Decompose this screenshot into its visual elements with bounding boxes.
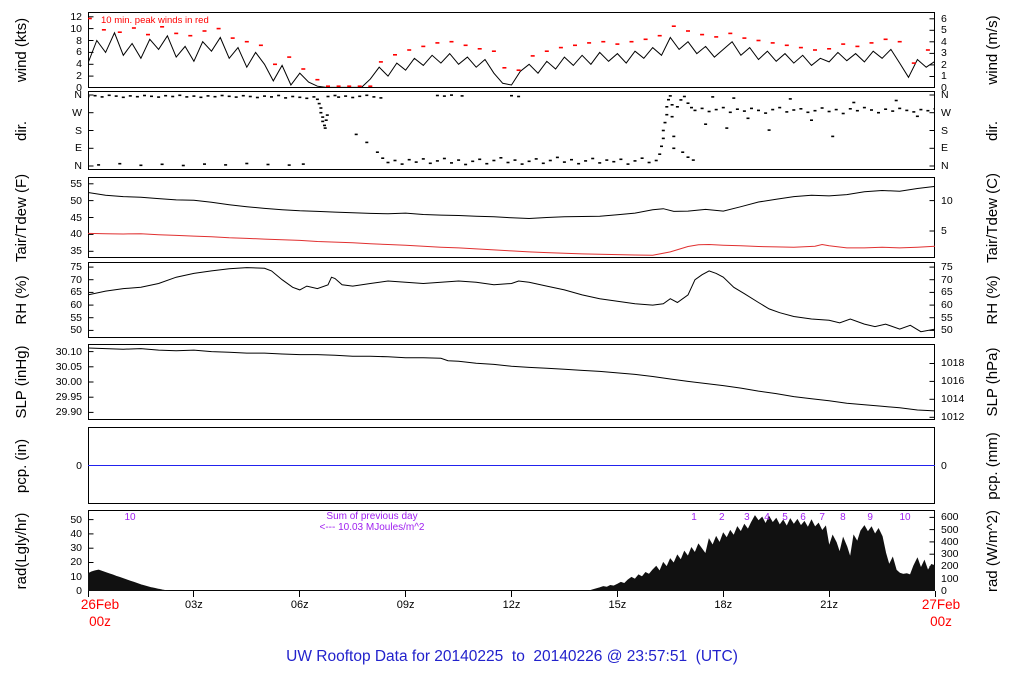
x-tick	[299, 591, 301, 597]
svg-text:2: 2	[719, 512, 725, 523]
svg-text:8: 8	[840, 512, 846, 523]
x-tick	[722, 591, 724, 597]
svg-text:1: 1	[691, 512, 697, 523]
svg-text:6: 6	[800, 512, 806, 523]
svg-text:3: 3	[744, 512, 750, 523]
x-end-time-label: 00z	[930, 614, 952, 629]
slp-plot-canvas	[88, 344, 935, 420]
svg-text:5: 5	[782, 512, 788, 523]
x-tick-label: 12z	[502, 599, 521, 611]
svg-text:10: 10	[124, 512, 136, 523]
x-end-date-label: 27Feb	[921, 597, 961, 612]
pcp-panel	[88, 427, 935, 504]
rad-left-axis-label: rad(Lgly/hr)	[13, 512, 30, 589]
wind-peak-note: 10 min. peak winds in red	[101, 15, 209, 26]
rh-plot-canvas	[88, 262, 935, 338]
x-tick	[616, 591, 618, 597]
rad-sum-note: Sum of previous day	[326, 511, 418, 522]
dir-plot-canvas	[88, 91, 935, 170]
svg-text:9: 9	[867, 512, 873, 523]
weather-figure: 10 1 2 3 4 5 6 7 8 9 10 10 min. peak winds in red …	[0, 0, 1024, 700]
x-tick	[405, 591, 407, 597]
rad-sum-value: <--- 10.03 MJoules/m^2	[319, 522, 425, 533]
slp-panel	[88, 344, 935, 420]
wind-panel	[88, 12, 935, 88]
svg-text:4: 4	[764, 512, 770, 523]
dir-panel	[88, 91, 935, 170]
rh-panel	[88, 262, 935, 338]
x-tick-label: 15z	[608, 599, 627, 611]
x-start-time-label: 00z	[89, 614, 111, 629]
x-tick-label: 09z	[396, 599, 415, 611]
rad-plot-canvas: 10 1 2 3 4 5 6 7 8 9 10	[88, 510, 935, 591]
svg-text:7: 7	[819, 512, 825, 523]
x-tick-label: 18z	[714, 599, 733, 611]
x-tick-label: 21z	[820, 599, 838, 611]
wind-plot-canvas	[88, 12, 935, 88]
temp-plot-canvas	[88, 177, 935, 258]
x-start-date-label: 26Feb	[80, 597, 120, 612]
figure-title: UW Rooftop Data for 20140225 to 20140226…	[286, 648, 738, 665]
rad-right-axis-label: rad (W/m^2)	[984, 509, 1001, 592]
temp-panel	[88, 177, 935, 258]
x-tick-label: 03z	[185, 599, 203, 611]
pcp-plot-canvas	[88, 427, 935, 504]
rad-panel: 10 1 2 3 4 5 6 7 8 9 10	[88, 510, 935, 591]
x-tick	[511, 591, 512, 597]
x-tick-label: 06z	[290, 599, 309, 611]
x-tick	[828, 591, 830, 597]
svg-text:10: 10	[899, 512, 911, 523]
x-tick	[193, 591, 195, 597]
